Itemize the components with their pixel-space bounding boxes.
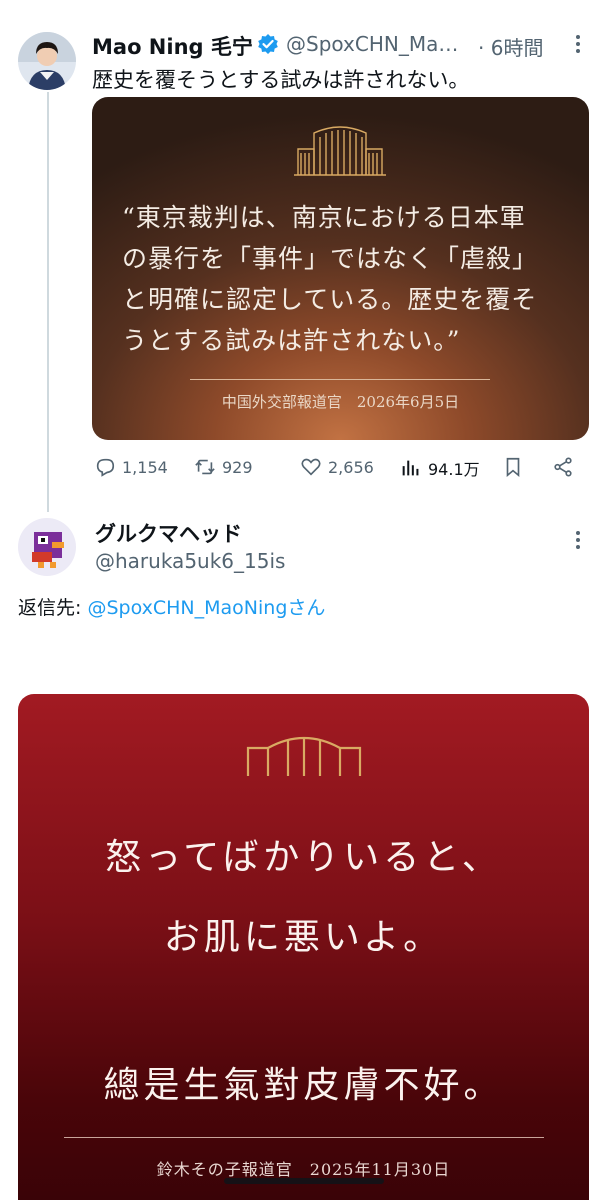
views-button[interactable]: 94.1万	[400, 456, 480, 480]
author-handle[interactable]: @SpoxCHN_Ma…	[286, 32, 458, 56]
card-divider	[64, 1137, 544, 1138]
avatar-image	[18, 518, 76, 576]
card-source: 鈴木その子報道官 2025年11月30日	[156, 1160, 451, 1179]
author-name[interactable]: グルクマヘッド	[95, 518, 242, 548]
verified-badge-icon	[257, 33, 279, 55]
reply-count: 1,154	[122, 457, 168, 477]
card-divider	[190, 379, 490, 380]
bookmark-button[interactable]	[502, 456, 524, 478]
post-time[interactable]: · 6時間	[478, 32, 543, 61]
reply-icon	[96, 458, 115, 477]
card-line-1: 怒ってばかりいると、	[105, 837, 502, 878]
building-logo-icon	[294, 126, 386, 176]
avatar[interactable]	[18, 518, 76, 576]
more-options-icon[interactable]	[568, 528, 588, 552]
author-handle[interactable]: @haruka5uk6_15is	[95, 549, 285, 573]
views-chart-icon	[402, 460, 419, 476]
repost-icon	[195, 459, 215, 475]
avatar-image	[18, 32, 76, 90]
post-text: 歴史を覆そうとする試みは許されない。	[92, 68, 470, 92]
card-line-2: お肌に悪いよ。	[163, 917, 444, 958]
reply-prefix: 返信先:	[18, 597, 88, 619]
bookmark-icon	[506, 457, 520, 478]
more-options-icon[interactable]	[568, 32, 588, 56]
author-name[interactable]: Mao Ning 毛宁	[92, 31, 253, 61]
heart-icon	[301, 458, 321, 476]
quote-line: の暴行を「事件」ではなく「虐殺」	[122, 244, 539, 273]
repost-count: 929	[222, 457, 253, 477]
reply-target-link[interactable]: @SpoxCHN_MaoNingさん	[87, 597, 325, 619]
quote-line: と明確に認定している。歴史を覆そ	[122, 285, 538, 314]
reply-context: 返信先: @SpoxCHN_MaoNingさん	[18, 593, 325, 620]
thread-line	[47, 92, 49, 512]
view-count: 94.1万	[428, 460, 480, 479]
card-line-3: 總是生氣對皮膚不好。	[103, 1065, 504, 1106]
repost-button[interactable]: 929	[194, 456, 253, 478]
card-source: 中国外交部報道官 2026年6月5日	[221, 393, 460, 411]
like-count: 2,656	[328, 457, 374, 477]
share-button[interactable]	[552, 456, 574, 478]
post-image-card[interactable]: 怒ってばかりいると、 お肌に悪いよ。 總是生氣對皮膚不好。 鈴木その子報道官 2…	[18, 694, 589, 1200]
quote-line: うとする試みは許されない。”	[122, 326, 461, 355]
share-icon	[554, 457, 572, 477]
avatar[interactable]	[18, 32, 76, 90]
reply-button[interactable]: 1,154	[94, 456, 168, 478]
quote-line: “東京裁判は、南京における日本軍	[122, 203, 526, 232]
post-actions: 1,154 929 2,656 94.1万	[92, 456, 592, 486]
home-indicator[interactable]	[224, 1178, 384, 1184]
like-button[interactable]: 2,656	[300, 456, 374, 478]
card-quote: “東京裁判は、南京における日本軍 の暴行を「事件」ではなく「虐殺」 と明確に認定…	[122, 197, 562, 361]
post-image-card[interactable]: “東京裁判は、南京における日本軍 の暴行を「事件」ではなく「虐殺」 と明確に認定…	[92, 97, 589, 440]
building-outline-icon	[246, 737, 362, 776]
